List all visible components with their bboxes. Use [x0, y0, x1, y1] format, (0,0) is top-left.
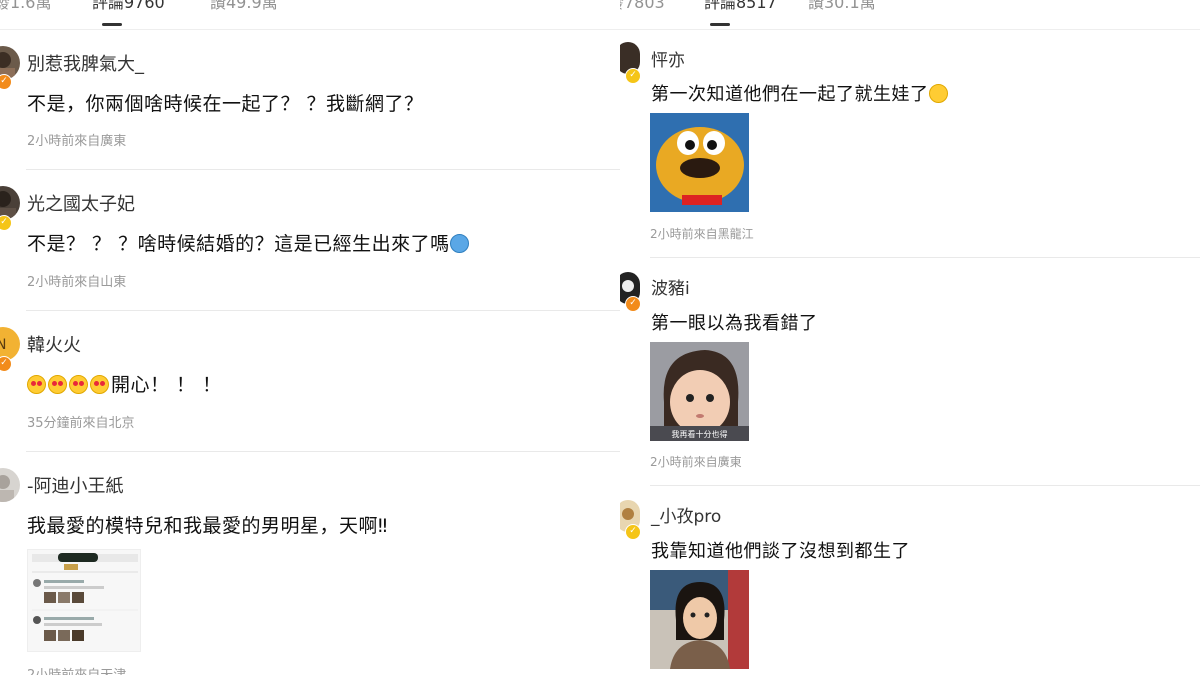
little-girl-sticker-image[interactable]: 我再看十分也得: [650, 342, 749, 441]
comment-meta: 35分鐘前來自北京: [27, 416, 135, 431]
tab-comments[interactable]: 評論9760: [92, 0, 165, 16]
heart-eyes-emoji-icon: [90, 375, 109, 394]
tab-likes[interactable]: 讚30.1萬: [808, 0, 876, 16]
comment-item: ✓ 怦亦 第一次知道他們在一起了就生娃了 2小時前來自黑龍江: [620, 30, 1200, 258]
blue-face-emoji-icon: [449, 234, 469, 253]
comment-meta: 2小時前來自山東: [27, 275, 127, 290]
comment-meta: 2小時前來自黑龍江: [650, 227, 754, 241]
comment-text: 不是？ ？ ？啥時候結婚的？這是已經生出來了嗎: [27, 229, 471, 256]
verified-badge-icon: ✓: [0, 356, 12, 372]
comment-text: 不是，你兩個啥時候在一起了？ ？我斷網了？: [27, 93, 424, 115]
woman-reaction-photo-image[interactable]: [650, 570, 749, 669]
comment-item: -阿迪小王紙 我最愛的模特兒和我最愛的男明星，天啊‼: [0, 452, 620, 675]
comment-text-body: 開心！ ！ ！: [111, 374, 222, 396]
comment-text: 開心！ ！ ！: [27, 370, 222, 397]
comment-username[interactable]: 韓火火: [27, 331, 81, 357]
tab-reposts[interactable]: 發7803: [620, 0, 665, 16]
tab-comments[interactable]: 評論8517: [704, 0, 777, 16]
cartoon-dog-sticker-image[interactable]: [650, 113, 749, 212]
comment-item: ✓ 別惹我脾氣大_ 不是，你兩個啥時候在一起了？ ？我斷網了？ 2小時前來自廣東: [0, 30, 620, 170]
comment-text: 我最愛的模特兒和我最愛的男明星，天啊‼: [27, 515, 388, 537]
active-tab-indicator: [710, 23, 730, 26]
avatar[interactable]: [0, 468, 20, 502]
comment-username[interactable]: 別惹我脾氣大_: [27, 50, 144, 76]
right-tab-bar: 發7803 評論8517 讚30.1萬: [620, 0, 1200, 30]
heart-eyes-emoji-icon: [27, 375, 46, 394]
comment-username[interactable]: 光之國太子妃: [27, 190, 135, 216]
left-comments-panel: 發1.6萬 評論9760 讚49.9萬 ✓ 別惹我脾氣大_ 不是，你兩個啥時候在…: [0, 0, 620, 675]
tab-reposts[interactable]: 發1.6萬: [0, 0, 51, 16]
comment-meta: 2小時前來自廣東: [650, 455, 742, 469]
verified-badge-icon: ✓: [625, 524, 641, 540]
comment-item: N ✓ 韓火火 開心！ ！ ！ 35分鐘前來自北京: [0, 311, 620, 452]
comment-item: ✓ _小孜pro 我靠知道他們談了沒想到都生了: [620, 486, 1200, 675]
svg-text:N: N: [0, 337, 6, 353]
verified-badge-icon: ✓: [0, 215, 12, 231]
comment-text-body: 不是？ ？ ？啥時候結婚的？這是已經生出來了嗎: [27, 233, 450, 255]
right-comments-panel: 發7803 評論8517 讚30.1萬 ✓ 怦亦 第一次知道他們在一起了就生娃了…: [620, 0, 1200, 675]
sticker-caption: 我再看十分也得: [672, 429, 728, 439]
tab-likes[interactable]: 讚49.9萬: [210, 0, 278, 16]
comment-text: 我靠知道他們談了沒想到都生了: [651, 541, 910, 562]
verified-badge-icon: ✓: [625, 296, 641, 312]
comment-username[interactable]: _小孜pro: [651, 502, 721, 527]
comment-text: 第一眼以為我看錯了: [651, 313, 818, 334]
comment-username[interactable]: 波豬i: [651, 274, 690, 299]
comment-username[interactable]: 怦亦: [651, 46, 685, 71]
verified-badge-icon: ✓: [625, 68, 641, 84]
left-tab-bar: 發1.6萬 評論9760 讚49.9萬: [0, 0, 620, 30]
comment-screenshot-image[interactable]: [27, 549, 141, 652]
comment-text-body: 第一次知道他們在一起了就生娃了: [651, 84, 929, 105]
comment-username[interactable]: -阿迪小王紙: [27, 472, 124, 498]
comment-item: ✓ 光之國太子妃 不是？ ？ ？啥時候結婚的？這是已經生出來了嗎 2小時前來自山…: [0, 170, 620, 311]
verified-badge-icon: ✓: [0, 74, 12, 90]
comment-item: ✓ 波豬i 第一眼以為我看錯了 我再看十分也得 2小時前來自廣東: [620, 258, 1200, 486]
active-tab-indicator: [102, 23, 122, 26]
heart-eyes-emoji-icon: [48, 375, 67, 394]
comment-meta: 2小時前來自天津: [27, 664, 126, 675]
comment-text: 第一次知道他們在一起了就生娃了: [651, 80, 950, 106]
comment-meta: 2小時前來自廣東: [27, 134, 127, 149]
heart-eyes-emoji-icon: [69, 375, 88, 394]
astonished-face-emoji-icon: [928, 84, 948, 103]
